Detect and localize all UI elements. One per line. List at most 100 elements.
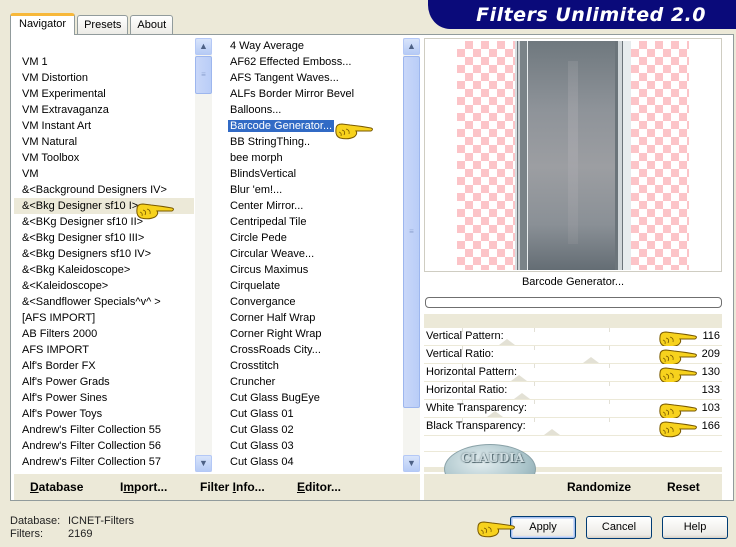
slider-tick <box>534 346 535 350</box>
list-item[interactable]: Barcode Generator... <box>224 118 402 134</box>
list-item[interactable]: AF62 Effected Emboss... <box>224 54 402 70</box>
list-item[interactable]: VM 1 <box>14 54 194 70</box>
list-item-label: BlindsVertical <box>230 168 297 180</box>
param-label: Horizontal Pattern: <box>426 366 518 378</box>
list-item[interactable]: VM <box>14 166 194 182</box>
list-item[interactable]: &<Bkg Designers sf10 IV> <box>14 246 194 262</box>
param-slider[interactable]: Vertical Pattern: 116 <box>424 328 722 348</box>
list-item[interactable]: VM Extravaganza <box>14 102 194 118</box>
filter-list[interactable]: 4 Way Average AF62 Effected Emboss... AFS … <box>224 38 420 472</box>
param-slider[interactable]: Horizontal Pattern: 130 <box>424 364 722 384</box>
list-item[interactable]: Alf's Border FX <box>14 358 194 374</box>
param-slider[interactable]: Horizontal Ratio: 133 <box>424 382 722 400</box>
list-item[interactable]: VM Natural <box>14 134 194 150</box>
apply-button[interactable]: Apply <box>510 516 576 539</box>
list-item[interactable]: 4 Way Average <box>224 38 402 54</box>
list-item[interactable]: Corner Right Wrap <box>224 326 402 342</box>
list-item[interactable]: CrossRoads City... <box>224 342 402 358</box>
slider-tick <box>609 382 610 386</box>
list-item[interactable]: VM Toolbox <box>14 150 194 166</box>
filter-info-button[interactable]: Filter Info... <box>200 480 265 494</box>
list-item-label: &<Bkg Kaleidoscope> <box>22 264 131 276</box>
scroll-up-icon[interactable]: ▲ <box>403 38 420 55</box>
list-item[interactable]: &<Bkg Kaleidoscope> <box>14 262 194 278</box>
category-list[interactable]: VM 1 VM Distortion VM Experimental VM Extra… <box>14 38 212 472</box>
list-item-label: &<Kaleidoscope> <box>22 280 109 292</box>
list-item[interactable]: Cut Glass 03 <box>224 438 402 454</box>
scroll-thumb[interactable]: ≡ <box>195 56 212 94</box>
list-item[interactable]: Blur 'em!... <box>224 182 402 198</box>
list-item-label: VM Extravaganza <box>22 104 109 116</box>
scroll-down-icon[interactable]: ▼ <box>195 455 212 472</box>
list-item[interactable]: Alf's Power Grads <box>14 374 194 390</box>
list-item[interactable]: &<Kaleidoscope> <box>14 278 194 294</box>
scroll-up-icon[interactable]: ▲ <box>195 38 212 55</box>
list-item-label: &<Bkg Designer sf10 III> <box>22 232 145 244</box>
list-item-label: &<BKg Designer sf10 II> <box>22 216 144 228</box>
param-slider[interactable]: Black Transparency: 166 <box>424 418 722 438</box>
list-item[interactable]: BlindsVertical <box>224 166 402 182</box>
tab-navigator[interactable]: Navigator <box>10 13 76 35</box>
randomize-button[interactable]: Randomize <box>567 480 631 494</box>
list-item[interactable]: Cut Glass 02 <box>224 422 402 438</box>
scroll-thumb[interactable]: ≡ <box>403 56 420 408</box>
transparency-checker <box>457 41 515 270</box>
list-item[interactable]: VM Distortion <box>14 70 194 86</box>
list-item[interactable]: &<Background Designers IV> <box>14 182 194 198</box>
param-value: 209 <box>701 348 720 360</box>
list-item[interactable]: ALFs Border Mirror Bevel <box>224 86 402 102</box>
pointing-hand-icon <box>334 122 374 140</box>
list-item[interactable]: AFS Tangent Waves... <box>224 70 402 86</box>
list-item[interactable]: Alf's Power Toys <box>14 406 194 422</box>
list-item[interactable]: Circular Weave... <box>224 246 402 262</box>
list-item[interactable]: BB StringThing.. <box>224 134 402 150</box>
editor-button[interactable]: Editor... <box>297 480 341 494</box>
list-item-label: Cut Glass 03 <box>230 440 294 452</box>
param-slider[interactable]: White Transparency: 103 <box>424 400 722 420</box>
slider-knob[interactable] <box>514 393 530 399</box>
list-item[interactable]: Circle Pede <box>224 230 402 246</box>
list-item[interactable]: Cut Glass 04 <box>224 454 402 470</box>
list-item[interactable]: &<Bkg Designer sf10 III> <box>14 230 194 246</box>
list-item[interactable]: Circus Maximus <box>224 262 402 278</box>
filter-scrollbar[interactable]: ▲ ≡ ▼ <box>403 38 420 472</box>
list-item[interactable]: Cut Glass 01 <box>224 406 402 422</box>
list-item[interactable]: AFS IMPORT <box>14 342 194 358</box>
list-item[interactable]: Andrew's Filter Collection 57 <box>14 454 194 470</box>
slider-knob[interactable] <box>583 357 599 363</box>
scroll-down-icon[interactable]: ▼ <box>403 455 420 472</box>
database-button[interactable]: Database <box>30 480 83 494</box>
list-item[interactable]: Andrew's Filter Collection 55 <box>14 422 194 438</box>
list-item[interactable]: Centripedal Tile <box>224 214 402 230</box>
param-slider[interactable]: Vertical Ratio: 209 <box>424 346 722 366</box>
list-item[interactable]: Corner Half Wrap <box>224 310 402 326</box>
slider-tick <box>534 418 535 422</box>
list-item[interactable]: Alf's Power Sines <box>14 390 194 406</box>
list-item[interactable]: Cruncher <box>224 374 402 390</box>
list-item[interactable]: Convergance <box>224 294 402 310</box>
list-item[interactable]: Balloons... <box>224 102 402 118</box>
list-item[interactable]: Andrew's Filter Collection 56 <box>14 438 194 454</box>
list-item[interactable]: Center Mirror... <box>224 198 402 214</box>
help-button[interactable]: Help <box>662 516 728 539</box>
list-item[interactable]: AB Filters 2000 <box>14 326 194 342</box>
cancel-button[interactable]: Cancel <box>586 516 652 539</box>
list-item[interactable]: &<Sandflower Specials^v^ > <box>14 294 194 310</box>
tab-about[interactable]: About <box>130 15 174 34</box>
list-item-label: Cruncher <box>230 376 276 388</box>
list-item[interactable]: Crosstitch <box>224 358 402 374</box>
list-item-label: ALFs Border Mirror Bevel <box>230 88 355 100</box>
reset-button[interactable]: Reset <box>667 480 700 494</box>
category-scrollbar[interactable]: ▲ ≡ ▼ <box>195 38 212 472</box>
list-item[interactable]: bee morph <box>224 150 402 166</box>
list-item[interactable]: VM Experimental <box>14 86 194 102</box>
database-label: Database: <box>10 515 61 527</box>
import-button[interactable]: Import... <box>120 480 167 494</box>
list-item[interactable]: Cut Glass BugEye <box>224 390 402 406</box>
list-item[interactable]: [AFS IMPORT] <box>14 310 194 326</box>
list-item[interactable]: VM Instant Art <box>14 118 194 134</box>
param-value: 130 <box>701 366 720 378</box>
list-item[interactable]: Cirquelate <box>224 278 402 294</box>
tab-presets[interactable]: Presets <box>77 15 129 34</box>
slider-knob[interactable] <box>544 429 560 435</box>
